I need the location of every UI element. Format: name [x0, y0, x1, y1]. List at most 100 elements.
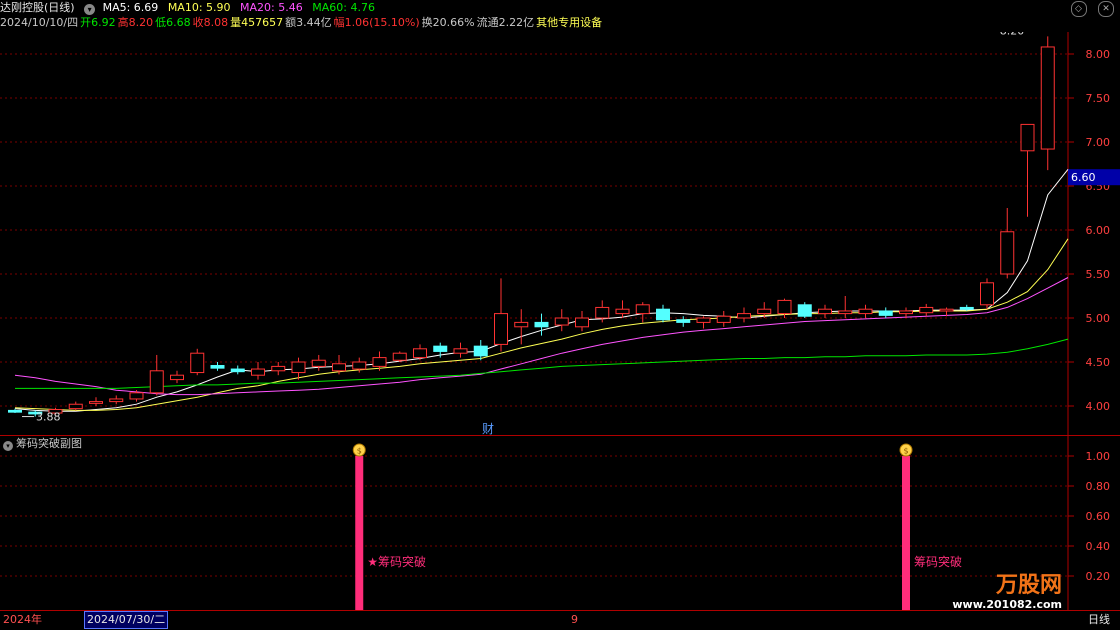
watermark-logo: 万股网 — [995, 573, 1062, 598]
candle[interactable] — [575, 317, 589, 328]
price-tick-label: 7.50 — [1086, 92, 1111, 105]
candle[interactable] — [939, 308, 954, 312]
cursor-date-box[interactable]: 2024/07/30/二 — [84, 611, 169, 629]
money-bag-glyph: $ — [903, 447, 908, 456]
indicator-tick-label: 0.80 — [1086, 480, 1111, 493]
candle[interactable] — [1040, 46, 1055, 150]
signal-label: 筹码突破 — [914, 554, 962, 569]
candle[interactable] — [980, 282, 994, 306]
candle[interactable] — [311, 359, 326, 367]
candle[interactable] — [210, 365, 225, 369]
candle[interactable] — [595, 306, 610, 319]
ma20-value: MA20: 5.46 — [240, 1, 303, 14]
amount-value: 额3.44亿 — [285, 16, 332, 29]
quote-date: 2024/10/10/四 — [0, 16, 79, 29]
money-bag-glyph: $ — [357, 447, 362, 456]
candle[interactable] — [8, 409, 22, 413]
indicator-tick-label: 0.20 — [1086, 570, 1111, 583]
candle[interactable] — [291, 361, 306, 374]
candle[interactable] — [271, 365, 286, 372]
candlestick-chart[interactable]: 8.007.507.006.506.005.505.004.504.006.60… — [0, 32, 1120, 436]
candle[interactable] — [858, 308, 873, 315]
close-icon[interactable]: ✕ — [1098, 1, 1114, 17]
float-cap-value: 流通2.22亿 — [476, 16, 535, 29]
indicator-tick-label: 0.60 — [1086, 510, 1111, 523]
chevron-down-icon[interactable]: ▾ — [84, 4, 96, 15]
candle[interactable] — [251, 368, 265, 376]
candle[interactable] — [818, 308, 832, 315]
candle[interactable] — [838, 310, 853, 315]
ma10-value: MA10: 5.90 — [167, 1, 231, 14]
close-price: 收8.08 — [192, 16, 229, 29]
candle[interactable] — [554, 317, 569, 326]
finance-marker[interactable]: 财 — [482, 422, 494, 436]
candle[interactable] — [757, 308, 772, 315]
watermark-url: www.201082.com — [952, 598, 1062, 610]
candle[interactable] — [777, 299, 792, 315]
quote-detail: 2024/10/10/四 开6.92 高8.20 低6.68 收8.08 量457657 额… — [0, 15, 1068, 31]
chart-background — [0, 32, 1120, 436]
candle[interactable] — [332, 363, 346, 372]
candle[interactable] — [68, 403, 83, 410]
candle[interactable] — [1020, 123, 1035, 152]
year-label: 2024年 — [3, 613, 42, 626]
price-tick-label: 5.00 — [1086, 312, 1111, 325]
indicator-tick-label: 1.00 — [1086, 450, 1111, 463]
sector-label[interactable]: 其他专用设备 — [536, 16, 602, 29]
price-tick-label: 4.50 — [1086, 356, 1111, 369]
current-price-label: 6.60 — [1071, 171, 1096, 184]
period-selector[interactable]: 日线 — [1088, 612, 1110, 628]
month-marker: 9 — [571, 613, 578, 626]
high-price: 高8.20 — [117, 16, 154, 29]
candle[interactable] — [433, 345, 448, 352]
candle[interactable] — [959, 306, 974, 310]
candle[interactable] — [656, 308, 670, 321]
candle[interactable] — [514, 321, 529, 328]
candle[interactable] — [149, 370, 164, 394]
indicator-title[interactable]: ▾ 筹码突破副图 — [3, 437, 82, 451]
candle[interactable] — [230, 368, 245, 373]
signal-bar[interactable] — [355, 456, 364, 610]
signal-bar[interactable] — [902, 456, 910, 610]
price-tick-label: 4.00 — [1086, 400, 1111, 413]
candle[interactable] — [635, 304, 650, 315]
candle[interactable] — [352, 361, 367, 370]
candle[interactable] — [109, 398, 124, 403]
candle[interactable] — [89, 401, 103, 404]
candle[interactable] — [494, 313, 508, 345]
candle[interactable] — [676, 319, 691, 323]
candle[interactable] — [696, 317, 711, 323]
stock-name[interactable]: 达刚控股 — [0, 1, 44, 14]
candle[interactable] — [878, 310, 893, 316]
candle[interactable] — [716, 315, 731, 323]
candle[interactable] — [372, 357, 387, 367]
change-value: 幅1.06(15.10%) — [333, 16, 420, 29]
price-tick-label: 5.50 — [1086, 268, 1111, 281]
candle[interactable] — [1000, 231, 1015, 275]
indicator-title-label: 筹码突破副图 — [16, 437, 82, 450]
candle[interactable] — [615, 308, 630, 315]
candle[interactable] — [413, 348, 427, 359]
candle[interactable] — [129, 392, 144, 400]
high-price-label: 8.20 — [1000, 32, 1025, 37]
ma5-value: MA5: 6.69 — [102, 1, 159, 14]
indicator-chart[interactable]: 1.00 0.80 0.60 0.40 0.20 $ ★筹码突破 $ 筹码突破万股网www.20… — [0, 436, 1120, 610]
turnover-value: 换20.66% — [421, 16, 475, 29]
candle[interactable] — [453, 348, 468, 354]
candle[interactable] — [534, 321, 549, 328]
candle[interactable] — [899, 310, 913, 315]
volume-value: 量457657 — [230, 16, 284, 29]
price-tick-label: 7.00 — [1086, 136, 1111, 149]
candle[interactable] — [737, 313, 751, 319]
chevron-down-icon[interactable]: ▾ — [3, 441, 13, 451]
candle[interactable] — [473, 345, 488, 357]
candle[interactable] — [170, 374, 184, 381]
low-price-label: 3.88 — [36, 411, 61, 424]
price-tick-label: 8.00 — [1086, 48, 1111, 61]
candle[interactable] — [392, 352, 407, 361]
candle[interactable] — [797, 304, 812, 317]
settings-icon[interactable]: ◇ — [1070, 1, 1087, 17]
indicator-tick-label: 0.40 — [1086, 540, 1111, 553]
candle[interactable] — [190, 352, 205, 374]
candle[interactable] — [919, 306, 934, 314]
